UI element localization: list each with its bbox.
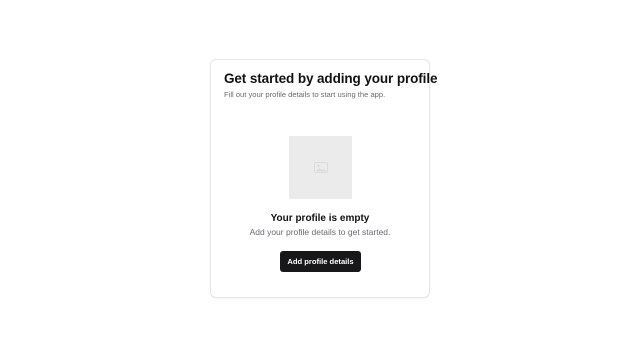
empty-state-heading: Your profile is empty — [270, 213, 370, 224]
image-placeholder-icon — [313, 162, 328, 173]
add-profile-details-button[interactable]: Add profile details — [280, 251, 361, 272]
empty-state-description: Add your profile details to get started. — [249, 227, 391, 237]
profile-image-placeholder — [289, 136, 352, 199]
card-header: Get started by adding your profile Fill … — [224, 71, 438, 100]
card-subtitle: Fill out your profile details to start u… — [224, 90, 386, 99]
profile-setup-card: Get started by adding your profile Fill … — [210, 59, 438, 298]
card-title: Get started by adding your profile — [224, 71, 438, 86]
